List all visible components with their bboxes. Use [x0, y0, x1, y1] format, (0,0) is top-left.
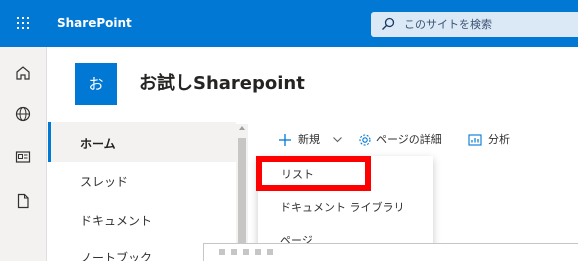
page-details-button[interactable]: ページの詳細 [358, 122, 468, 158]
nav-scrollbar[interactable] [236, 124, 248, 261]
app-launcher-button[interactable] [0, 0, 47, 47]
scroll-up-arrow-icon[interactable] [239, 126, 245, 130]
nav-active-indicator [48, 122, 51, 162]
content-panel [203, 243, 578, 261]
nav-item-notebook[interactable]: ノートブック [80, 249, 152, 261]
nav-item-threads[interactable]: スレッド [80, 173, 128, 190]
menu-item-document-library[interactable]: ドキュメント ライブラリ [280, 199, 405, 215]
waffle-icon [17, 17, 29, 29]
nav-active-background [48, 122, 236, 162]
sharepoint-page: SharePoint このサイトを検索 お お試しSharepoint ホーム … [0, 0, 578, 261]
chevron-down-icon [333, 137, 342, 143]
panel-placeholder [219, 249, 279, 255]
highlight-box [256, 156, 371, 191]
new-button[interactable]: 新規 [278, 122, 354, 158]
nav-item-documents[interactable]: ドキュメント [80, 212, 152, 229]
site-logo[interactable]: お [75, 63, 117, 105]
analytics-icon [468, 134, 482, 146]
analytics-button[interactable]: 分析 [468, 122, 528, 158]
app-bar [0, 47, 47, 261]
globe-icon[interactable] [14, 105, 32, 123]
home-icon[interactable] [14, 64, 32, 82]
analytics-label: 分析 [488, 133, 510, 146]
nav-item-home[interactable]: ホーム [80, 135, 116, 152]
search-icon [382, 17, 395, 30]
app-name-link[interactable]: SharePoint [57, 0, 132, 47]
command-bar: 新規 ページの詳細 分析 [262, 122, 578, 158]
new-button-label: 新規 [298, 133, 320, 146]
site-navigation: ホーム スレッド ドキュメント ノートブック [48, 122, 248, 261]
suite-bar: SharePoint このサイトを検索 [0, 0, 578, 47]
site-title[interactable]: お試しSharepoint [139, 64, 305, 104]
site-search-box[interactable]: このサイトを検索 [371, 12, 578, 37]
plus-icon [279, 134, 291, 146]
search-placeholder: このサイトを検索 [404, 18, 492, 31]
page-details-label: ページの詳細 [376, 133, 442, 146]
scroll-thumb[interactable] [238, 138, 246, 258]
file-icon[interactable] [14, 192, 32, 210]
gear-icon [359, 134, 371, 146]
news-icon[interactable] [14, 148, 32, 166]
